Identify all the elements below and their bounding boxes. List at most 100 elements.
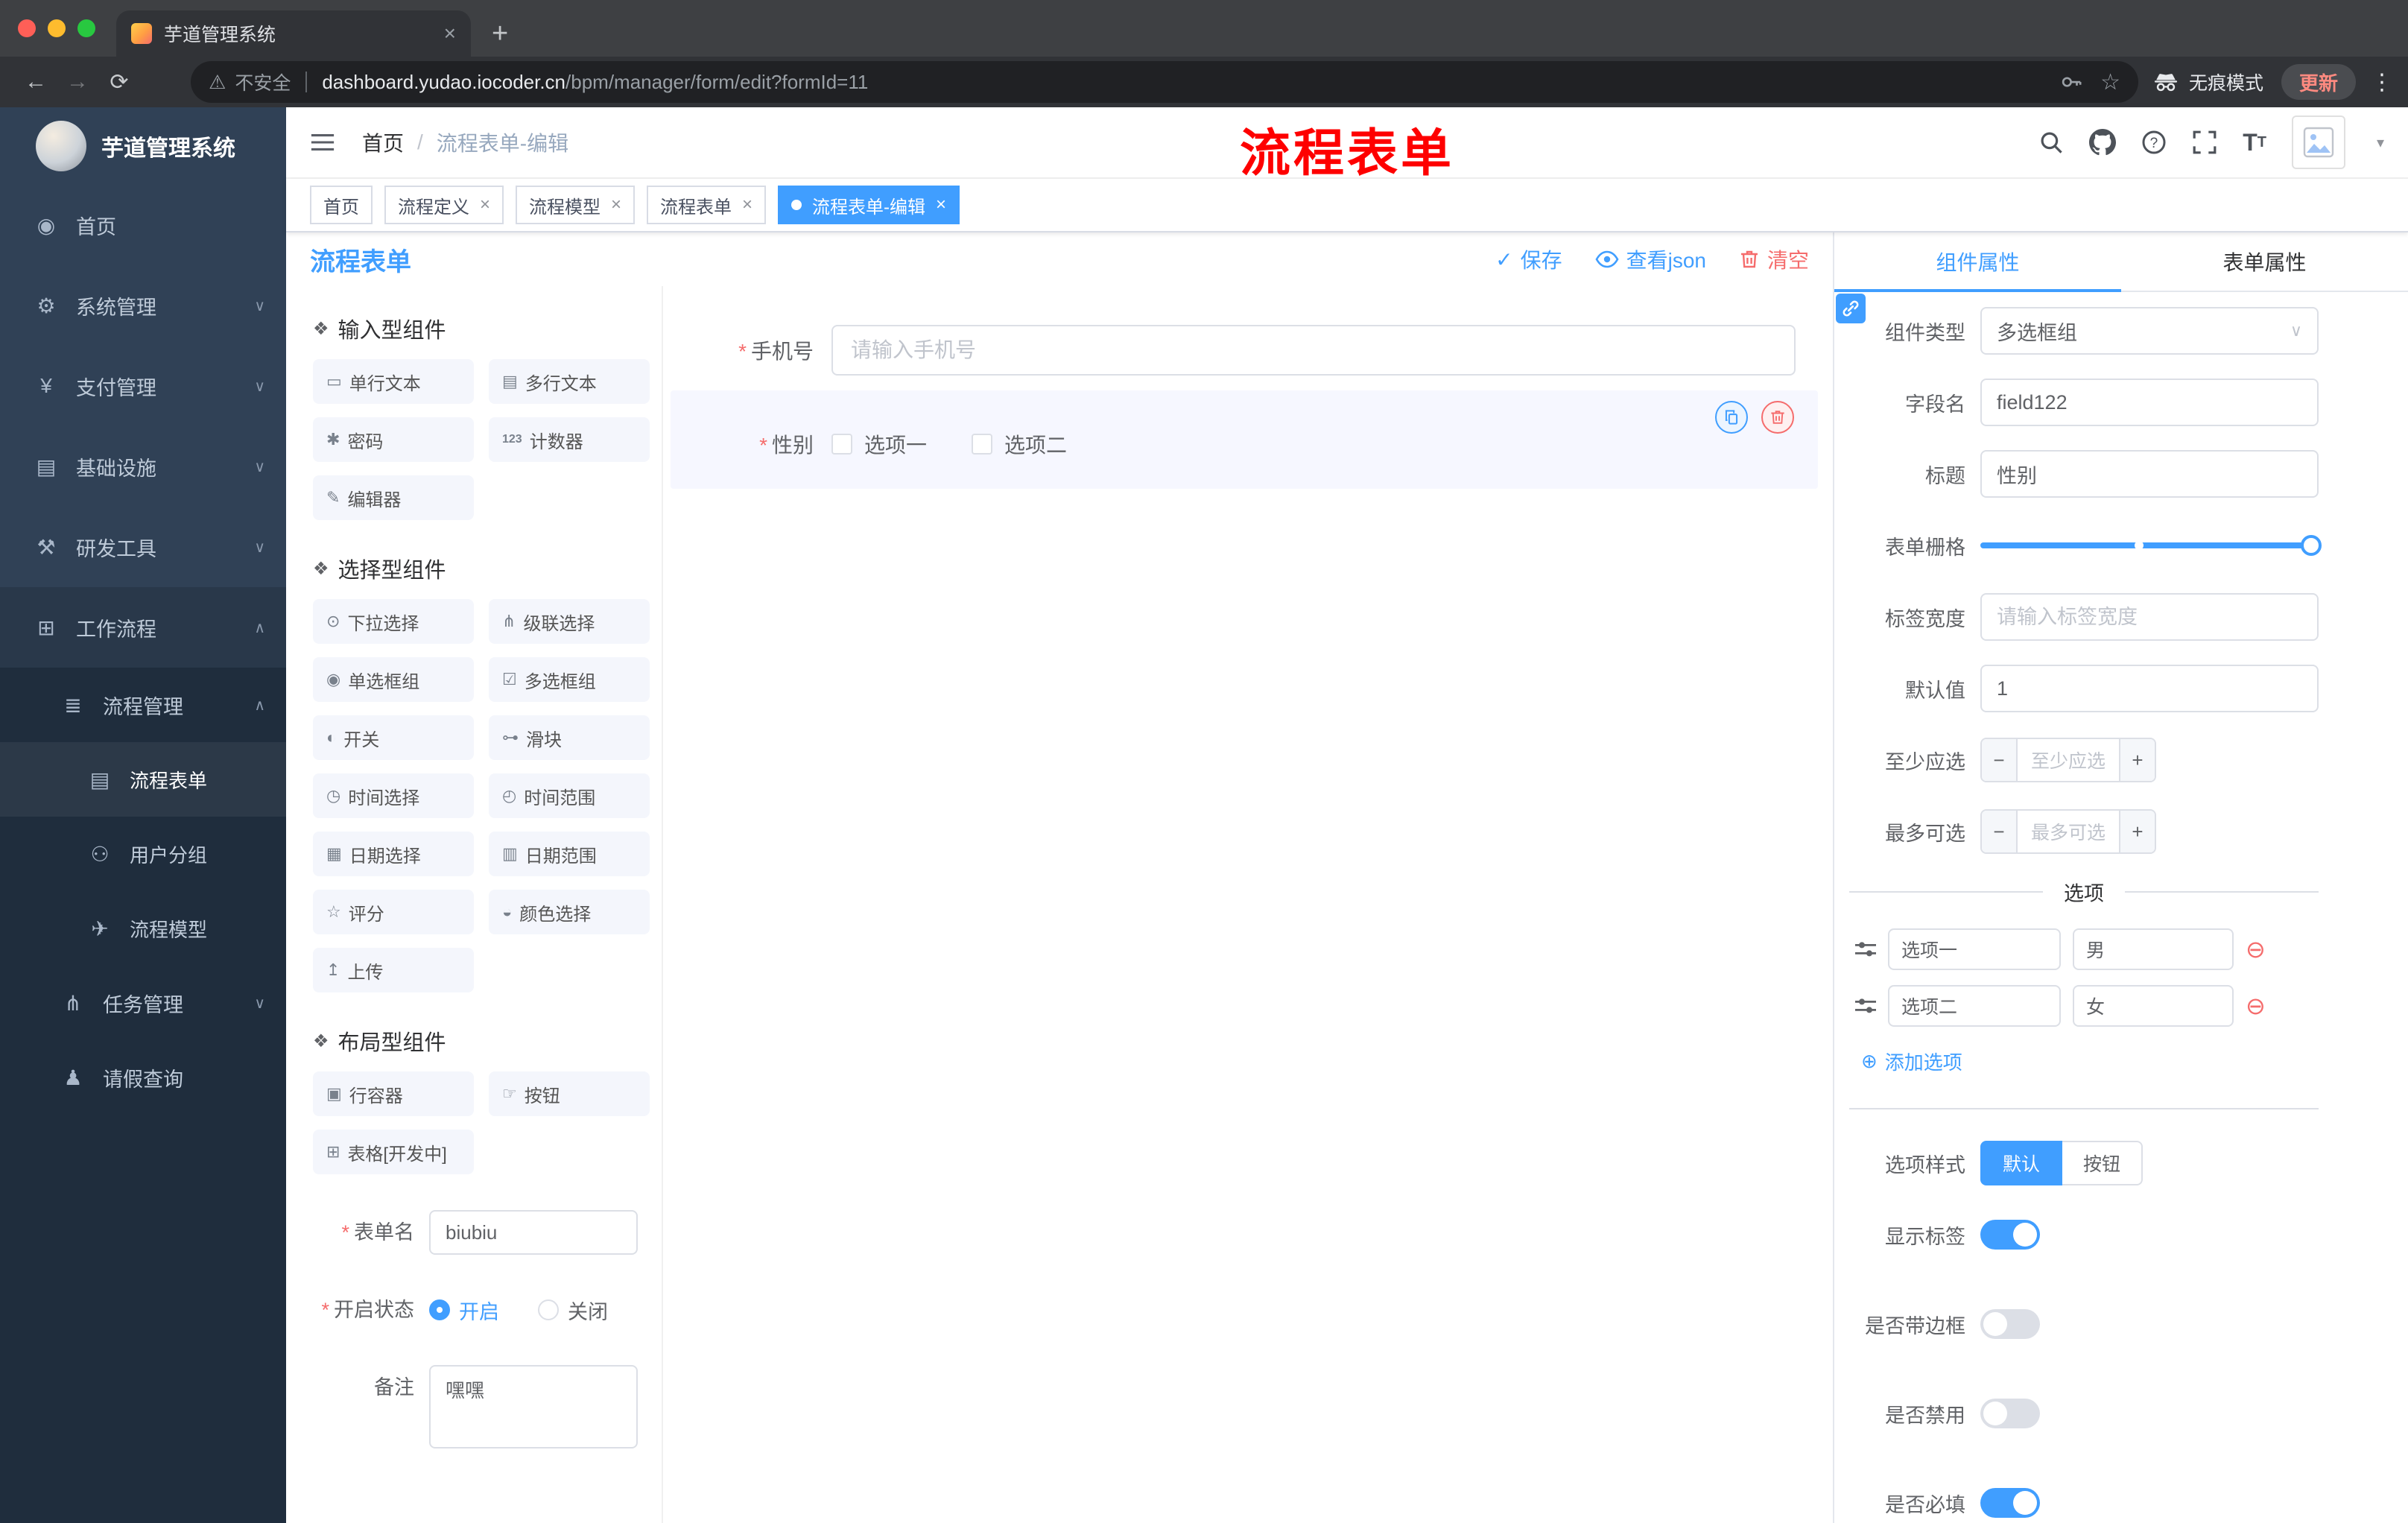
- sidebar-item-process-management[interactable]: ≣ 流程管理 ∧: [0, 668, 286, 742]
- option-value-input[interactable]: [2073, 985, 2234, 1027]
- selected-component-gender[interactable]: 性别 选项一 选项二: [671, 390, 1818, 489]
- zoom-window-button[interactable]: [77, 19, 95, 37]
- option-label-input[interactable]: [1888, 985, 2061, 1027]
- browser-tab[interactable]: 芋道管理系统 ×: [116, 10, 471, 57]
- palette-item-editor[interactable]: ✎ 编辑器: [313, 475, 474, 520]
- tag-close-icon[interactable]: ×: [936, 194, 946, 215]
- remove-option-icon[interactable]: ⊖: [2246, 937, 2266, 961]
- new-tab-button[interactable]: +: [492, 19, 508, 48]
- tag-close-icon[interactable]: ×: [742, 194, 752, 215]
- palette-item-single-line-text[interactable]: ▭ 单行文本: [313, 359, 474, 404]
- checkbox-option-2[interactable]: [972, 434, 993, 455]
- decrease-button[interactable]: −: [1982, 739, 2018, 781]
- style-default-button[interactable]: 默认: [1980, 1141, 2063, 1185]
- palette-item-select[interactable]: ⊙ 下拉选择: [313, 599, 474, 644]
- tab-close-icon[interactable]: ×: [444, 22, 456, 45]
- slider-track[interactable]: [1980, 535, 2322, 556]
- option-label-input[interactable]: [1888, 928, 2061, 970]
- grid-slider[interactable]: [1980, 522, 2322, 569]
- palette-item-slider[interactable]: ⊶ 滑块: [489, 715, 650, 760]
- sidebar-item-home[interactable]: ◉ 首页: [0, 185, 286, 265]
- disabled-toggle[interactable]: [1980, 1399, 2040, 1428]
- breadcrumb-home[interactable]: 首页: [362, 127, 404, 157]
- show-label-toggle[interactable]: [1980, 1220, 2040, 1250]
- sidebar-item-devtools[interactable]: ⚒ 研发工具 ∨: [0, 507, 286, 587]
- checkbox-option-1[interactable]: [831, 434, 852, 455]
- palette-item-textarea[interactable]: ▤ 多行文本: [489, 359, 650, 404]
- radio-off-label[interactable]: 关闭: [568, 1296, 608, 1325]
- form-remark-textarea[interactable]: 嘿嘿: [429, 1365, 638, 1448]
- tag-close-icon[interactable]: ×: [480, 194, 490, 215]
- tag-home[interactable]: 首页: [310, 186, 373, 224]
- palette-item-checkbox-group[interactable]: ☑ 多选框组: [489, 657, 650, 702]
- phone-field-input[interactable]: [831, 325, 1796, 376]
- sidebar-item-process-model[interactable]: ✈ 流程模型: [0, 891, 286, 966]
- close-window-button[interactable]: [18, 19, 36, 37]
- style-button-button[interactable]: 按钮: [2061, 1141, 2144, 1185]
- back-icon[interactable]: ←: [15, 69, 57, 95]
- view-json-button[interactable]: 查看json: [1595, 244, 1706, 274]
- sidebar-item-infrastructure[interactable]: ▤ 基础设施 ∨: [0, 426, 286, 507]
- sidebar-item-workflow[interactable]: ⊞ 工作流程 ∧: [0, 587, 286, 668]
- palette-item-cascader[interactable]: ⋔ 级联选择: [489, 599, 650, 644]
- palette-item-counter[interactable]: 123 计数器: [489, 417, 650, 462]
- sidebar-item-system[interactable]: ⚙ 系统管理 ∨: [0, 265, 286, 346]
- palette-item-row-container[interactable]: ▣ 行容器: [313, 1071, 474, 1116]
- min-select-value[interactable]: 至少应选: [2018, 739, 2119, 781]
- browser-update-button[interactable]: 更新: [2281, 64, 2356, 100]
- palette-item-upload[interactable]: ↥ 上传: [313, 948, 474, 992]
- password-key-icon[interactable]: [2060, 71, 2082, 93]
- bookmark-star-icon[interactable]: ☆: [2100, 69, 2120, 95]
- fullscreen-icon[interactable]: [2192, 130, 2217, 155]
- drag-handle-icon[interactable]: [1855, 940, 1876, 959]
- radio-on-label[interactable]: 开启: [459, 1296, 499, 1325]
- sidebar-item-process-form[interactable]: ▤ 流程表单: [0, 742, 286, 817]
- font-size-icon[interactable]: TT: [2243, 130, 2266, 154]
- max-select-value[interactable]: 最多可选: [2018, 811, 2119, 852]
- form-name-input[interactable]: [429, 1210, 638, 1255]
- sidebar-item-task-management[interactable]: ⋔ 任务管理 ∨: [0, 966, 286, 1040]
- palette-item-color-picker[interactable]: ◒ 颜色选择: [489, 890, 650, 934]
- save-button[interactable]: ✓ 保存: [1495, 244, 1562, 274]
- palette-item-date-picker[interactable]: ▦ 日期选择: [313, 832, 474, 876]
- decrease-button[interactable]: −: [1982, 811, 2018, 852]
- palette-item-table[interactable]: ⊞ 表格[开发中]: [313, 1130, 474, 1174]
- radio-on[interactable]: [429, 1299, 450, 1320]
- border-toggle[interactable]: [1980, 1309, 2040, 1339]
- add-option-button[interactable]: ⊕ 添加选项: [1861, 1048, 2319, 1075]
- palette-item-radio-group[interactable]: ◉ 单选框组: [313, 657, 474, 702]
- copy-component-button[interactable]: [1715, 401, 1748, 434]
- reload-icon[interactable]: ⟳: [98, 69, 140, 95]
- github-icon[interactable]: [2089, 129, 2117, 156]
- help-icon[interactable]: ?: [2141, 130, 2167, 155]
- hamburger-icon[interactable]: [310, 132, 335, 153]
- palette-item-password[interactable]: ✱ 密码: [313, 417, 474, 462]
- drag-handle-icon[interactable]: [1855, 996, 1876, 1016]
- slider-handle[interactable]: [2301, 535, 2322, 556]
- tab-component-props[interactable]: 组件属性: [1834, 232, 2121, 292]
- label-width-input[interactable]: [1980, 593, 2319, 641]
- remove-option-icon[interactable]: ⊖: [2246, 994, 2266, 1018]
- option-value-input[interactable]: [2073, 928, 2234, 970]
- palette-item-switch[interactable]: ◐ 开关: [313, 715, 474, 760]
- field-name-input[interactable]: [1980, 379, 2319, 426]
- increase-button[interactable]: +: [2119, 811, 2155, 852]
- tag-process-model[interactable]: 流程模型 ×: [516, 186, 636, 224]
- palette-item-button[interactable]: ☞ 按钮: [489, 1071, 650, 1116]
- sidebar-item-leave-query[interactable]: ♟ 请假查询: [0, 1040, 286, 1115]
- forward-icon[interactable]: →: [57, 69, 98, 95]
- tab-form-props[interactable]: 表单属性: [2121, 232, 2408, 291]
- browser-menu-icon[interactable]: ⋮: [2371, 69, 2393, 95]
- minimize-window-button[interactable]: [48, 19, 66, 37]
- tag-process-definition[interactable]: 流程定义 ×: [384, 186, 504, 224]
- checkbox-option-1-label[interactable]: 选项一: [864, 429, 927, 459]
- palette-item-time-range[interactable]: ◴ 时间范围: [489, 773, 650, 818]
- tag-process-form-edit[interactable]: 流程表单-编辑 ×: [778, 186, 960, 224]
- default-value-input[interactable]: [1980, 665, 2319, 712]
- sidebar-item-payment[interactable]: ¥ 支付管理 ∨: [0, 346, 286, 426]
- required-toggle[interactable]: [1980, 1488, 2040, 1518]
- avatar[interactable]: [2291, 115, 2345, 169]
- search-icon[interactable]: [2038, 130, 2064, 155]
- title-input[interactable]: [1980, 450, 2319, 498]
- link-button[interactable]: [1836, 294, 1866, 323]
